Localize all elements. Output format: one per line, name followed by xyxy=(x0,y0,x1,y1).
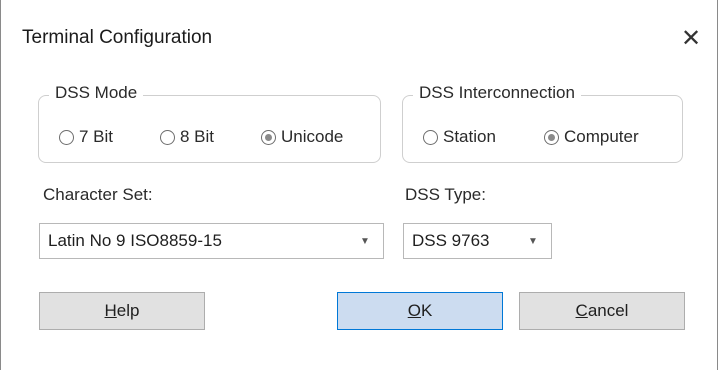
character-set-select[interactable]: Latin No 9 ISO8859-15 ▼ xyxy=(39,223,384,259)
cancel-button-label: ancel xyxy=(587,301,629,320)
radio-station-label: Station xyxy=(443,127,496,146)
character-set-label: Character Set: xyxy=(43,185,153,204)
dss-mode-legend: DSS Mode xyxy=(49,83,144,103)
ok-button[interactable]: OK xyxy=(337,292,503,330)
radio-7-bit-label: 7 Bit xyxy=(79,127,114,146)
help-button[interactable]: Help xyxy=(39,292,205,330)
dss-interconnection-group: DSS Interconnection Station Computer xyxy=(402,83,683,163)
help-button-label: elp xyxy=(116,301,140,320)
radio-7-bit-indicator xyxy=(59,129,74,145)
radio-station[interactable]: Station xyxy=(423,127,496,147)
terminal-configuration-dialog: Terminal Configuration ✕ DSS Mode 7 Bit … xyxy=(0,0,718,370)
radio-unicode[interactable]: Unicode xyxy=(261,127,343,147)
ok-button-label: K xyxy=(420,301,433,320)
cancel-button[interactable]: Cancel xyxy=(519,292,685,330)
dss-interconnection-legend: DSS Interconnection xyxy=(413,83,581,103)
help-button-mnemonic: H xyxy=(104,301,117,320)
dss-type-value: DSS 9763 xyxy=(412,231,490,250)
chevron-down-icon: ▼ xyxy=(528,235,538,247)
radio-computer-indicator xyxy=(544,129,559,145)
radio-unicode-indicator xyxy=(261,129,276,145)
radio-computer-label: Computer xyxy=(564,127,639,146)
radio-unicode-label: Unicode xyxy=(281,127,344,146)
dss-mode-group: DSS Mode 7 Bit 8 Bit Unicode xyxy=(38,83,381,163)
close-icon[interactable]: ✕ xyxy=(676,24,706,54)
dss-type-select[interactable]: DSS 9763 ▼ xyxy=(403,223,552,259)
radio-8-bit-indicator xyxy=(160,129,175,145)
radio-station-indicator xyxy=(423,129,438,145)
radio-8-bit-label: 8 Bit xyxy=(180,127,215,146)
cancel-button-mnemonic: C xyxy=(575,301,588,320)
radio-7-bit[interactable]: 7 Bit xyxy=(59,127,113,147)
title-bar: Terminal Configuration ✕ xyxy=(1,0,717,76)
character-set-value: Latin No 9 ISO8859-15 xyxy=(48,231,222,250)
dss-type-label: DSS Type: xyxy=(405,185,486,204)
radio-8-bit[interactable]: 8 Bit xyxy=(160,127,214,147)
radio-computer[interactable]: Computer xyxy=(544,127,639,147)
dialog-title: Terminal Configuration xyxy=(22,27,213,48)
ok-button-mnemonic: O xyxy=(407,301,421,320)
chevron-down-icon: ▼ xyxy=(360,235,370,247)
